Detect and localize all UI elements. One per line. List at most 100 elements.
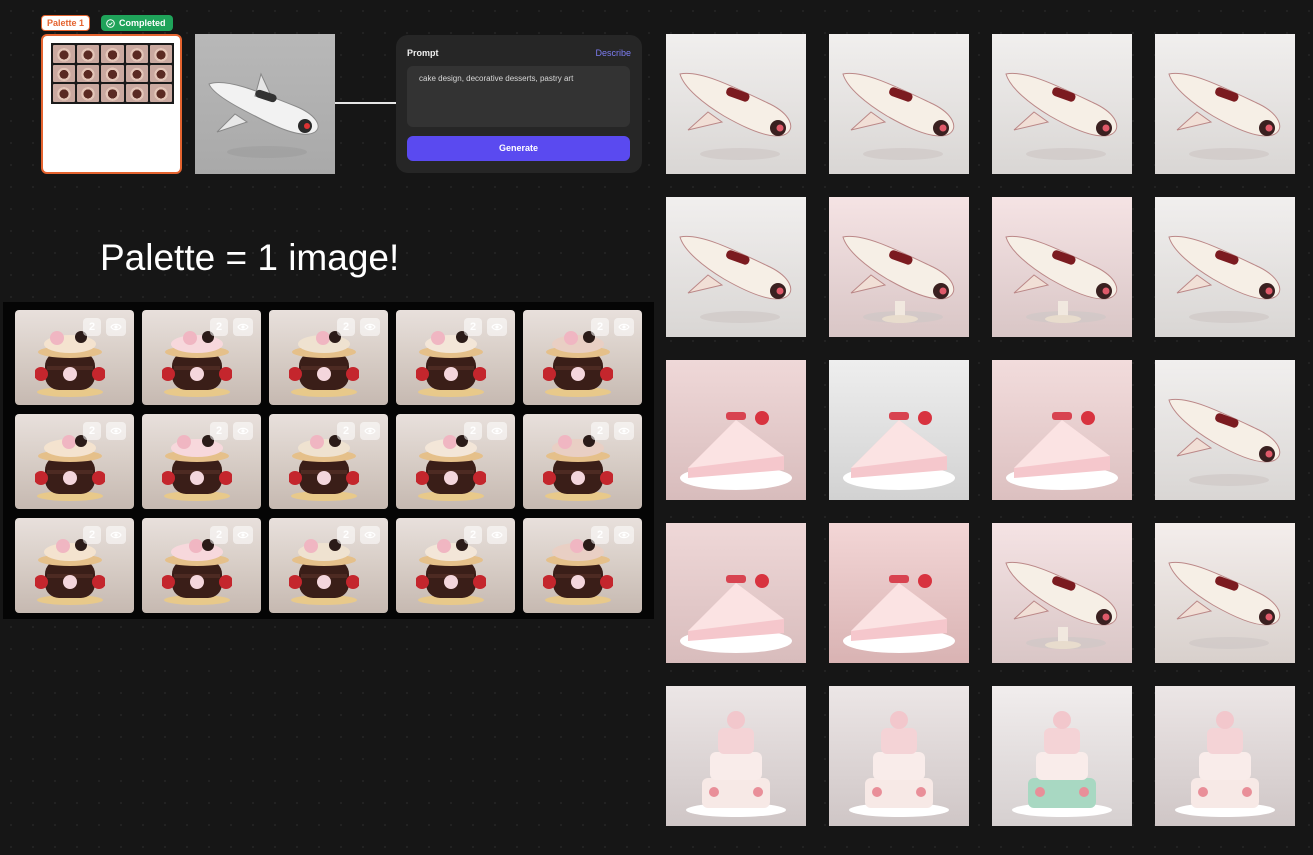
result-image-spaceship-cake-on-stand[interactable] [992,523,1132,663]
palette-thumbnail[interactable]: 2 [15,518,134,613]
palette-thumbnail[interactable]: 2 [396,310,515,405]
eye-icon[interactable] [106,422,126,440]
source-image-spaceship[interactable] [195,34,335,174]
result-image-spaceship-cake-on-stand[interactable] [992,197,1132,337]
result-image-pink-spaceship-cake[interactable] [1155,523,1295,663]
palette-thumbnail[interactable]: 2 [15,310,134,405]
eye-icon[interactable] [233,318,253,336]
palette-thumbnail[interactable]: 2 [523,310,642,405]
eye-icon[interactable] [360,422,380,440]
variant-count-badge: 2 [83,422,101,440]
result-image-spaceship-cake[interactable] [666,197,806,337]
variant-count-badge: 2 [464,318,482,336]
result-image-cake-slice-on-stand[interactable] [992,360,1132,500]
result-image-spaceship-cake[interactable] [1155,360,1295,500]
variant-count-badge: 2 [591,422,609,440]
page-heading: Palette = 1 image! [100,237,400,278]
palette-mini-thumb [53,45,76,63]
palette-thumbnail[interactable]: 2 [269,414,388,509]
describe-link[interactable]: Describe [595,48,631,58]
variant-count-badge: 2 [464,422,482,440]
result-graphic [829,34,969,174]
variant-count-badge: 2 [337,526,355,544]
palette-mini-thumb [125,84,148,102]
palette-mini-thumb [149,64,172,83]
prompt-panel: Prompt Describe cake design, decorative … [396,35,642,173]
result-image-spaceship-slice-cake[interactable] [666,523,806,663]
prompt-input[interactable]: cake design, decorative desserts, pastry… [407,66,630,127]
eye-icon[interactable] [487,318,507,336]
result-graphic [829,686,969,826]
eye-icon[interactable] [106,318,126,336]
palette-thumbnail[interactable]: 2 [396,518,515,613]
palette-thumbnail[interactable]: 2 [15,414,134,509]
result-image-spaceship-cake[interactable] [1155,197,1295,337]
result-graphic [1155,360,1295,500]
palette-row: 2 2 2 2 2 [15,310,644,405]
result-graphic [666,34,806,174]
palette-mini-thumb [77,84,100,102]
palette-thumbnail[interactable]: 2 [269,310,388,405]
variant-count-badge: 2 [337,422,355,440]
result-image-spaceship-cake[interactable] [1155,34,1295,174]
result-graphic [1155,686,1295,826]
palette-thumbnail[interactable]: 2 [523,414,642,509]
result-image-spaceship-cake[interactable] [829,34,969,174]
palette-mini-thumb [53,64,76,83]
status-badge: Completed [101,15,173,31]
eye-icon[interactable] [233,526,253,544]
result-image-spaceship-slice-cake[interactable] [666,360,806,500]
result-graphic [666,197,806,337]
result-image-tiered-cake[interactable] [1155,686,1295,826]
result-graphic [666,523,806,663]
palette-mini-thumb [77,45,100,63]
result-image-spaceship-cake[interactable] [992,34,1132,174]
result-image-spaceship-cake-on-stand[interactable] [829,197,969,337]
result-graphic [1155,197,1295,337]
result-graphic [1155,523,1295,663]
eye-icon[interactable] [614,318,634,336]
result-image-pink-cake[interactable] [829,523,969,663]
palette-mini-thumb [125,45,148,63]
eye-icon[interactable] [614,526,634,544]
result-graphic [829,197,969,337]
palette-row: 2 2 2 2 2 [15,518,644,613]
palette-mini-thumb [149,84,172,102]
status-label: Completed [119,18,166,28]
palette-mini-thumb [77,64,100,83]
palette-thumbnail[interactable]: 2 [396,414,515,509]
palette-tag: Palette 1 [41,15,91,31]
palette-card[interactable] [41,34,182,174]
eye-icon[interactable] [233,422,253,440]
result-image-tiered-cake[interactable] [829,686,969,826]
variant-count-badge: 2 [337,318,355,336]
eye-icon[interactable] [106,526,126,544]
variant-count-badge: 2 [210,318,228,336]
eye-icon[interactable] [360,318,380,336]
palette-row: 2 2 2 2 2 [15,414,644,509]
result-image-pink-cake-slice[interactable] [829,360,969,500]
prompt-title: Prompt [407,48,439,58]
result-image-tiered-cake[interactable] [666,686,806,826]
palette-thumbnail[interactable]: 2 [523,518,642,613]
result-graphic [992,523,1132,663]
result-image-spaceship-cake[interactable] [666,34,806,174]
result-graphic [992,686,1132,826]
palette-thumbnail[interactable]: 2 [269,518,388,613]
palette-preview-grid [51,43,174,104]
palette-thumbnail[interactable]: 2 [142,310,261,405]
palette-thumbnail[interactable]: 2 [142,414,261,509]
variant-count-badge: 2 [464,526,482,544]
generate-button[interactable]: Generate [407,136,630,161]
eye-icon[interactable] [487,526,507,544]
result-graphic [992,34,1132,174]
variant-count-badge: 2 [210,422,228,440]
eye-icon[interactable] [614,422,634,440]
variant-count-badge: 2 [210,526,228,544]
result-image-tiered-cake-mint[interactable] [992,686,1132,826]
result-graphic [992,197,1132,337]
eye-icon[interactable] [360,526,380,544]
eye-icon[interactable] [487,422,507,440]
palette-thumbnail[interactable]: 2 [142,518,261,613]
spaceship-graphic [208,72,319,158]
